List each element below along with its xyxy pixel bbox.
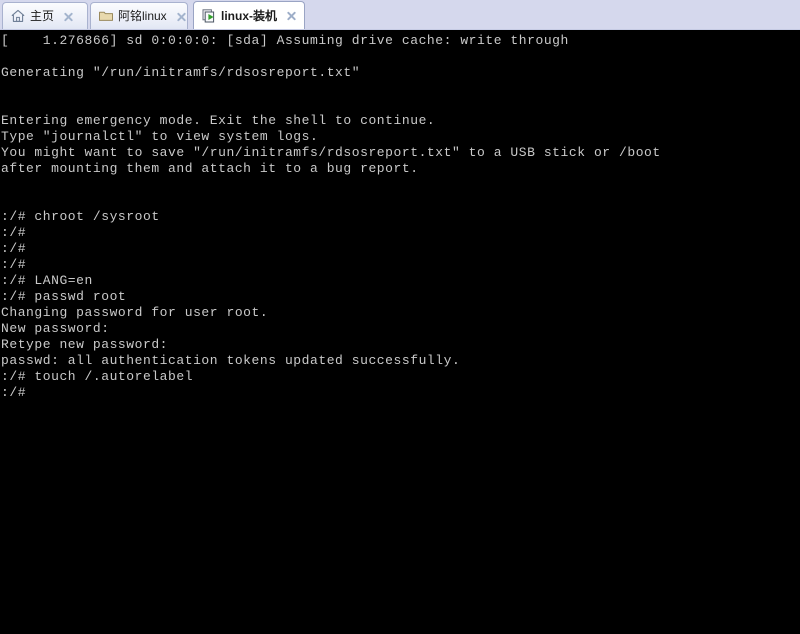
terminal-line: :/# bbox=[1, 241, 27, 256]
terminal-line: :/# LANG=en bbox=[1, 273, 93, 288]
session-run-icon bbox=[201, 8, 217, 24]
tab-label: linux-装机 bbox=[221, 8, 277, 23]
terminal-line: after mounting them and attach it to a b… bbox=[1, 161, 419, 176]
terminal-line: :/# touch /.autorelabel bbox=[1, 369, 194, 384]
close-icon[interactable] bbox=[175, 10, 188, 23]
folder-icon bbox=[98, 8, 114, 24]
tab-label: 阿铭linux bbox=[118, 9, 167, 23]
terminal-line: Retype new password: bbox=[1, 337, 169, 352]
tab-home[interactable]: 主页 bbox=[2, 2, 88, 29]
terminal-line: Entering emergency mode. Exit the shell … bbox=[1, 113, 436, 128]
terminal-line: :/# chroot /sysroot bbox=[1, 209, 160, 224]
terminal-line: Type "journalctl" to view system logs. bbox=[1, 129, 319, 144]
terminal-line: Generating "/run/initramfs/rdsosreport.t… bbox=[1, 65, 361, 80]
close-icon[interactable] bbox=[285, 9, 298, 22]
terminal-output: [ 1.276866] sd 0:0:0:0: [sda] Assuming d… bbox=[0, 30, 800, 401]
terminal-line: Changing password for user root. bbox=[1, 305, 269, 320]
terminal-line: :/# bbox=[1, 385, 27, 400]
terminal-line: [ 1.276866] sd 0:0:0:0: [sda] Assuming d… bbox=[1, 33, 569, 48]
terminal-panel[interactable]: [ 1.276866] sd 0:0:0:0: [sda] Assuming d… bbox=[0, 29, 800, 634]
tab-label: 主页 bbox=[30, 9, 55, 23]
terminal-emulator-window: 主页 阿铭linux linux-装机 [1.276866] sd 0:0:0… bbox=[0, 0, 800, 634]
terminal-line: passwd: all authentication tokens update… bbox=[1, 353, 461, 368]
tab-linux-install[interactable]: linux-装机 bbox=[193, 1, 305, 29]
tab-aming-linux[interactable]: 阿铭linux bbox=[90, 2, 188, 29]
terminal-line: :/# passwd root bbox=[1, 289, 127, 304]
terminal-line: :/# bbox=[1, 257, 27, 272]
terminal-line: :/# bbox=[1, 225, 27, 240]
tab-strip: 主页 阿铭linux linux-装机 bbox=[0, 0, 800, 29]
terminal-line: You might want to save "/run/initramfs/r… bbox=[1, 145, 661, 160]
home-icon bbox=[10, 8, 26, 24]
close-icon[interactable] bbox=[62, 10, 75, 23]
terminal-line: New password: bbox=[1, 321, 110, 336]
